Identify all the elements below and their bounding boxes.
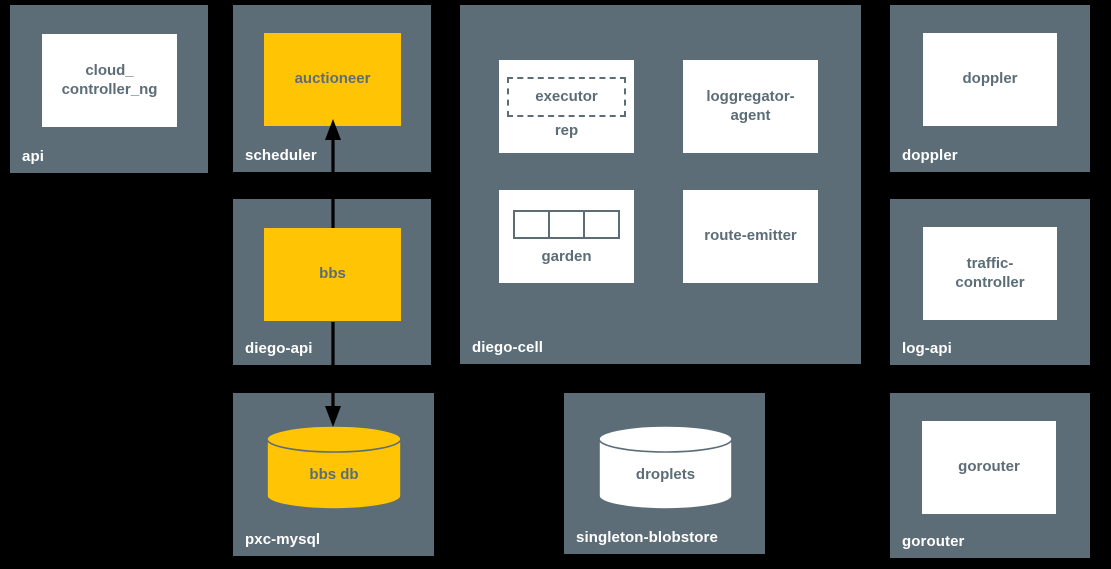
garden-container-row <box>513 209 620 239</box>
panel-label-diego-cell: diego-cell <box>472 338 544 356</box>
datastore-label-bbs-db: bbs db <box>309 466 359 483</box>
panel-doppler[interactable]: doppler doppler <box>890 5 1090 172</box>
traffic-controller-line2: controller <box>955 273 1025 291</box>
cloud-controller-line2: controller_ng <box>61 80 158 98</box>
process-rep[interactable]: executor rep <box>499 60 634 153</box>
process-gorouter[interactable]: gorouter <box>922 421 1056 514</box>
process-label-bbs: bbs <box>319 265 346 283</box>
process-label-gorouter: gorouter <box>958 458 1020 476</box>
process-bbs[interactable]: bbs <box>264 228 401 321</box>
cloud-controller-line1: cloud_ <box>85 61 134 79</box>
process-auctioneer[interactable]: auctioneer <box>264 33 401 126</box>
panel-pxc-mysql[interactable]: bbs db pxc-mysql <box>233 393 434 556</box>
garden-container-1[interactable] <box>513 209 550 239</box>
process-label-auctioneer: auctioneer <box>294 70 371 88</box>
panel-label-singleton-blobstore: singleton-blobstore <box>576 528 718 546</box>
panel-scheduler[interactable]: auctioneer scheduler <box>233 5 431 172</box>
garden-container-2[interactable] <box>548 209 585 239</box>
process-executor[interactable]: executor <box>507 76 626 117</box>
panel-label-gorouter: gorouter <box>902 532 965 550</box>
process-label-route-emitter: route-emitter <box>704 227 797 245</box>
process-label-traffic-controller: traffic- controller <box>955 255 1024 293</box>
panel-label-scheduler: scheduler <box>245 146 317 164</box>
process-cloud-controller-ng[interactable]: cloud_ controller_ng <box>42 34 177 127</box>
panel-label-doppler: doppler <box>902 146 958 164</box>
garden-container-3[interactable] <box>583 209 620 239</box>
process-garden[interactable]: garden <box>499 190 634 283</box>
panel-label-log-api: log-api <box>902 339 952 357</box>
diagram-canvas: cloud_ controller_ng api auctioneer sche… <box>0 0 1111 569</box>
panel-singleton-blobstore[interactable]: droplets singleton-blobstore <box>564 393 765 554</box>
traffic-controller-line1: traffic- <box>966 254 1014 272</box>
loggregator-agent-line2: agent <box>730 106 771 124</box>
loggregator-agent-line1: loggregator- <box>706 87 795 105</box>
process-label-loggregator-agent: loggregator- agent <box>706 88 794 126</box>
process-label-cloud-controller-ng: cloud_ controller_ng <box>62 62 158 100</box>
process-loggregator-agent[interactable]: loggregator- agent <box>683 60 818 153</box>
panel-label-diego-api: diego-api <box>245 339 313 357</box>
panel-api[interactable]: cloud_ controller_ng api <box>10 5 208 173</box>
datastore-bbs-db[interactable]: bbs db <box>266 425 402 510</box>
process-label-garden: garden <box>541 247 592 265</box>
panel-diego-api[interactable]: bbs diego-api <box>233 199 431 365</box>
datastore-label-droplets: droplets <box>635 466 696 483</box>
panel-label-pxc-mysql: pxc-mysql <box>245 530 321 548</box>
process-traffic-controller[interactable]: traffic- controller <box>923 227 1057 320</box>
datastore-droplets[interactable]: droplets <box>598 425 733 510</box>
process-label-executor: executor <box>535 87 598 105</box>
panel-gorouter[interactable]: gorouter gorouter <box>890 393 1090 558</box>
process-label-rep: rep <box>554 121 579 139</box>
process-label-doppler: doppler <box>962 70 1018 88</box>
panel-diego-cell[interactable]: executor rep loggregator- agent garden r… <box>460 5 861 364</box>
process-route-emitter[interactable]: route-emitter <box>683 190 818 283</box>
process-doppler[interactable]: doppler <box>923 33 1057 126</box>
panel-label-api: api <box>22 147 44 165</box>
panel-log-api[interactable]: traffic- controller log-api <box>890 199 1090 365</box>
